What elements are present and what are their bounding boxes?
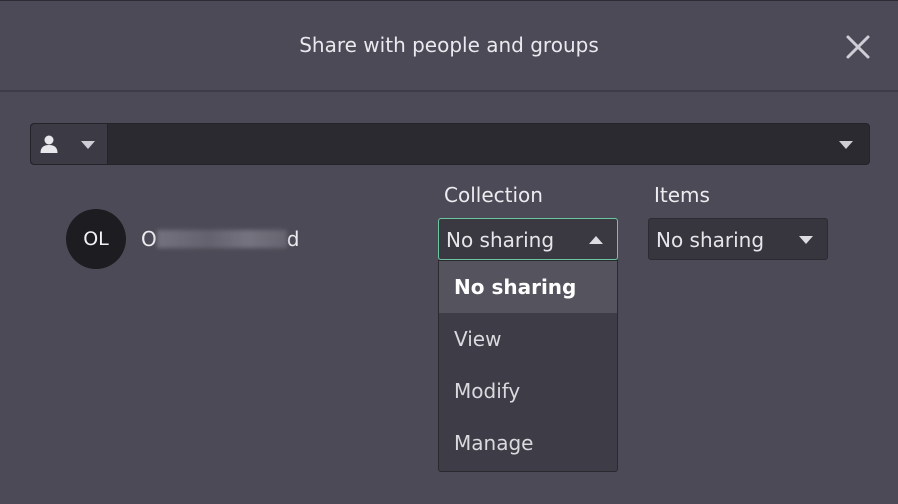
collection-permission-value: No sharing bbox=[446, 228, 555, 252]
redacted-text bbox=[156, 230, 287, 248]
user-name-first: O bbox=[141, 227, 157, 251]
dialog-header: Share with people and groups bbox=[0, 1, 898, 92]
option-view[interactable]: View bbox=[439, 313, 617, 365]
option-no-sharing[interactable]: No sharing bbox=[439, 261, 617, 313]
share-type-picker[interactable] bbox=[31, 124, 108, 164]
share-dialog: Share with people and groups Collection … bbox=[0, 0, 898, 504]
dialog-title: Share with people and groups bbox=[299, 33, 599, 57]
collection-column-header: Collection bbox=[444, 183, 543, 207]
items-permission-value: No sharing bbox=[656, 228, 765, 252]
option-label: Manage bbox=[454, 431, 534, 455]
share-search-row bbox=[30, 123, 870, 165]
chevron-up-icon bbox=[589, 236, 603, 244]
person-icon bbox=[40, 135, 58, 153]
option-modify[interactable]: Modify bbox=[439, 365, 617, 417]
collection-permission-dropdown: No sharing View Modify Manage bbox=[438, 260, 618, 472]
option-label: No sharing bbox=[454, 275, 577, 299]
collection-permission-select[interactable]: No sharing bbox=[438, 218, 618, 260]
chevron-down-icon bbox=[799, 236, 813, 244]
option-manage[interactable]: Manage bbox=[439, 417, 617, 469]
chevron-down-icon[interactable] bbox=[839, 141, 853, 149]
chevron-down-icon bbox=[81, 141, 95, 149]
share-search-input[interactable] bbox=[108, 124, 828, 164]
items-column-header: Items bbox=[654, 183, 710, 207]
close-button[interactable] bbox=[844, 33, 872, 61]
items-permission-select[interactable]: No sharing bbox=[648, 218, 828, 260]
option-label: View bbox=[454, 327, 502, 351]
avatar: OL bbox=[66, 209, 126, 269]
user-name-last: d bbox=[286, 227, 300, 251]
option-label: Modify bbox=[454, 379, 521, 403]
user-name: Od bbox=[141, 227, 299, 251]
close-icon bbox=[846, 35, 870, 59]
